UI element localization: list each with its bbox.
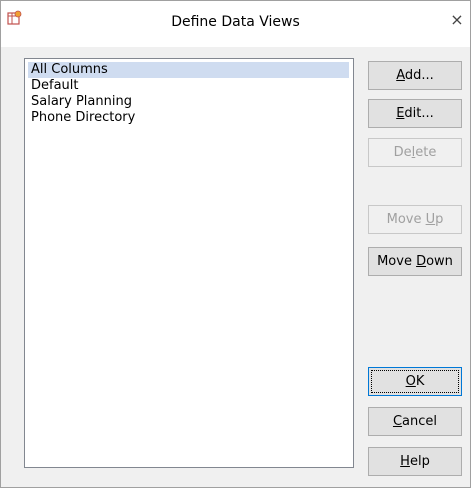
move-up-button[interactable]: Move Up — [368, 205, 462, 234]
add-button[interactable]: Add... — [368, 61, 462, 90]
cancel-button[interactable]: Cancel — [368, 407, 462, 436]
delete-button[interactable]: Delete — [368, 138, 462, 167]
help-button[interactable]: Help — [368, 447, 462, 476]
move-up-button-accelerator: U — [425, 212, 436, 227]
delete-button-label-post: ete — [415, 145, 437, 160]
list-item-default[interactable]: Default — [28, 78, 349, 94]
cancel-button-label-post: ancel — [402, 414, 438, 429]
define-data-views-dialog: Define Data Views × All Columns Default … — [0, 0, 471, 488]
list-item-all-columns[interactable]: All Columns — [28, 62, 349, 78]
add-button-label-post: dd... — [404, 68, 434, 83]
edit-button[interactable]: Edit... — [368, 99, 462, 128]
move-down-button-label-post: own — [426, 254, 453, 269]
cancel-button-accelerator: C — [392, 414, 403, 429]
delete-button-label-pre: De — [393, 145, 412, 160]
move-down-button-label-pre: Move — [377, 254, 417, 269]
edit-button-label-post: dit... — [404, 106, 434, 121]
help-button-label-post: elp — [409, 454, 430, 469]
list-item-salary-planning[interactable]: Salary Planning — [28, 94, 349, 110]
move-down-button-accelerator: D — [416, 254, 427, 269]
list-item-phone-directory[interactable]: Phone Directory — [28, 110, 349, 126]
close-icon[interactable]: × — [446, 9, 468, 31]
add-button-accelerator: A — [396, 68, 405, 83]
move-down-button[interactable]: Move Down — [368, 247, 462, 276]
ok-button[interactable]: OK — [368, 367, 462, 396]
move-up-button-label-post: p — [435, 212, 444, 227]
title-bar: Define Data Views × — [1, 1, 470, 47]
data-views-listbox[interactable]: All Columns Default Salary Planning Phon… — [24, 58, 354, 468]
help-button-accelerator: H — [400, 454, 410, 469]
ok-button-focus-ring — [371, 370, 459, 393]
window-title: Define Data Views — [171, 14, 300, 30]
move-up-button-label-pre: Move — [386, 212, 426, 227]
